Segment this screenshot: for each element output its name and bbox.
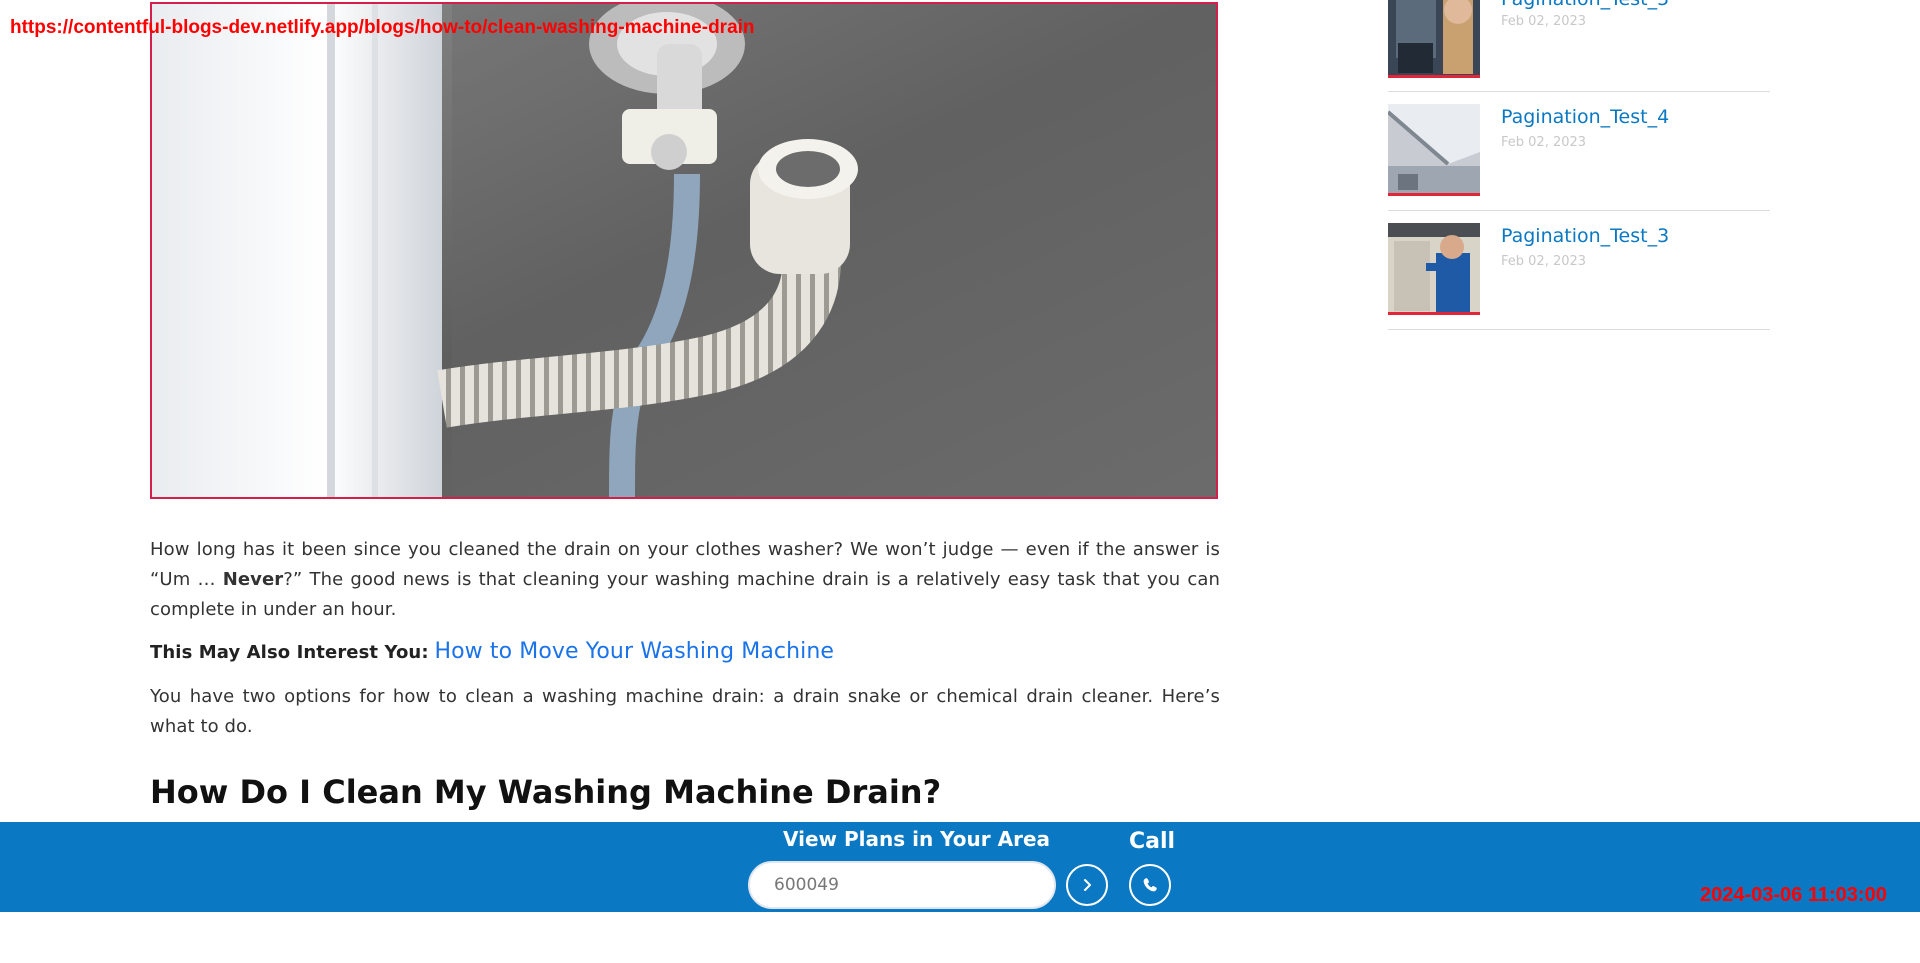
sidebar-post-title[interactable]: Pagination_Test_3 [1501,225,1669,247]
section-heading: How Do I Clean My Washing Machine Drain? [150,773,942,811]
chevron-right-icon [1084,879,1091,891]
related-article-link[interactable]: How to Move Your Washing Machine [434,639,834,664]
related-article-label: This May Also Interest You: [150,642,429,663]
plans-sticky-bar: View Plans in Your Area Call [0,822,1920,912]
sidebar-post[interactable]: Pagination_Test_4 Feb 02, 2023 [1388,92,1770,211]
appliance-repair-thumbnail[interactable] [1388,0,1480,78]
recent-posts-sidebar: Pagination_Test_5 Feb 02, 2023 Paginatio… [1388,0,1770,330]
technician-thumbnail[interactable] [1388,223,1480,315]
view-plans-label: View Plans in Your Area [783,827,1051,851]
sidebar-post[interactable]: Pagination_Test_5 Feb 02, 2023 [1388,0,1770,92]
sidebar-post-title[interactable]: Pagination_Test_5 [1501,0,1669,10]
page: https://contentful-blogs-dev.netlify.app… [0,0,1920,963]
call-button[interactable] [1129,864,1171,906]
intro-text-end: ?” The good news is that cleaning your w… [150,569,1221,620]
hero-image [150,2,1218,499]
related-article-callout: This May Also Interest You: How to Move … [150,637,1220,668]
url-overlay: https://contentful-blogs-dev.netlify.app… [10,17,755,38]
intro-text-bold: Never [222,569,284,590]
sidebar-post-date: Feb 02, 2023 [1501,254,1587,269]
intro-paragraph: How long has it been since you cleaned t… [150,535,1220,625]
house-roof-thumbnail[interactable] [1388,104,1480,196]
options-paragraph: You have two options for how to clean a … [150,686,1220,737]
sidebar-post[interactable]: Pagination_Test_3 Feb 02, 2023 [1388,211,1770,330]
submit-zip-button[interactable] [1066,864,1108,906]
sidebar-post-date: Feb 02, 2023 [1501,135,1587,150]
timestamp-overlay: 2024-03-06 11:03:00 [1700,884,1887,906]
sidebar-post-title[interactable]: Pagination_Test_4 [1501,106,1669,128]
zip-code-input[interactable] [748,861,1056,909]
article-body: How long has it been since you cleaned t… [150,535,1220,812]
drain-hose-illustration [152,4,1216,497]
phone-icon [1143,878,1157,892]
call-label: Call [1129,829,1176,854]
sidebar-post-date: Feb 02, 2023 [1501,14,1587,29]
